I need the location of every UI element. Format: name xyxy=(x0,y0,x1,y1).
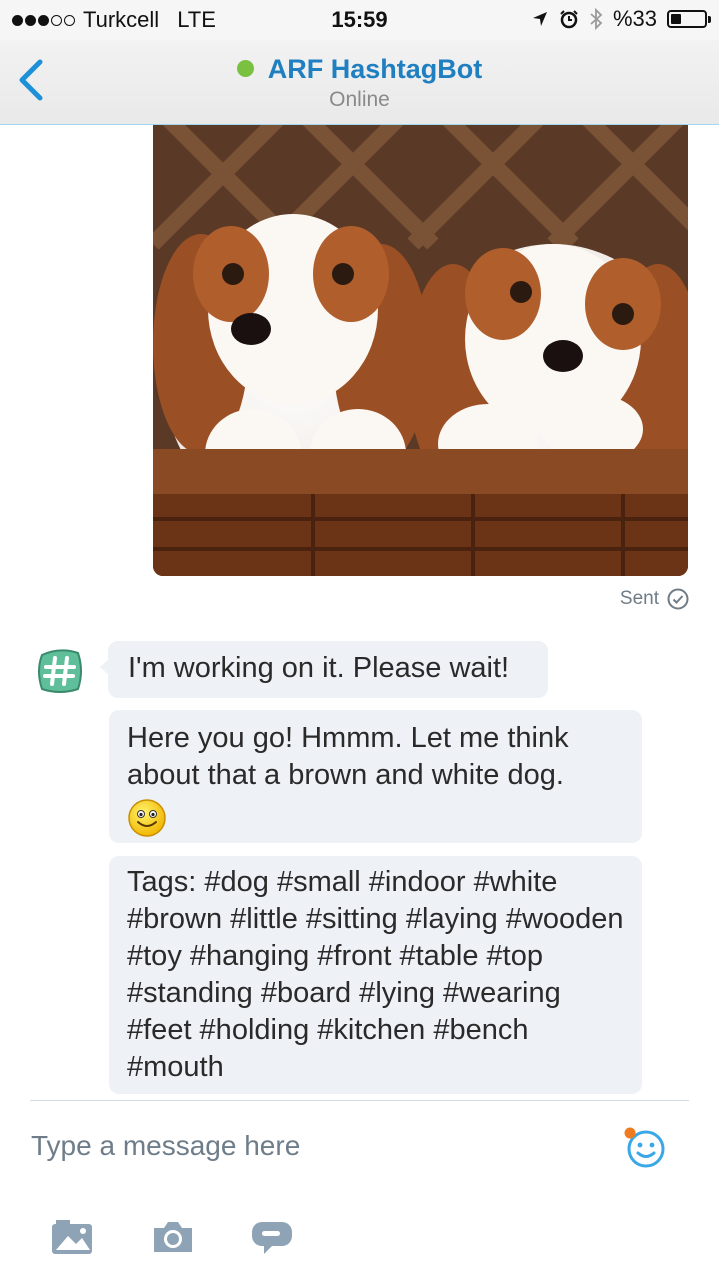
composer-divider xyxy=(30,1100,689,1101)
battery-percent: %33 xyxy=(612,6,657,31)
message-text: I'm working on it. Please wait! xyxy=(128,652,510,684)
emoji-picker-smiley-icon[interactable] xyxy=(622,1125,668,1171)
message-text: Here you go! Hmmm. Let me think about th… xyxy=(127,722,569,791)
bot-avatar-hashtag-icon[interactable] xyxy=(34,645,86,697)
bluetooth-icon xyxy=(590,8,603,30)
image-gallery-icon[interactable] xyxy=(50,1218,96,1256)
camera-icon[interactable] xyxy=(150,1218,196,1256)
status-right: %33 xyxy=(531,6,711,32)
contact-name: ARF HashtagBot xyxy=(267,54,483,84)
presence-dot-icon xyxy=(236,60,254,77)
message-text: Tags: #dog #small #indoor #white #brown … xyxy=(127,866,624,1083)
contact-status: Online xyxy=(329,88,390,111)
battery-icon xyxy=(667,10,711,28)
message-bubble[interactable]: Tags: #dog #small #indoor #white #brown … xyxy=(109,856,642,1094)
alarm-icon xyxy=(560,10,578,29)
message-bubble[interactable]: I'm working on it. Please wait! xyxy=(108,641,548,698)
sent-receipt: Sent xyxy=(620,588,689,610)
chat-bubble-icon[interactable] xyxy=(250,1218,296,1258)
shared-photo[interactable] xyxy=(153,124,688,576)
status-bar: Turkcell LTE 15:59 %33 xyxy=(0,0,719,40)
chat-header: ARF HashtagBot Online xyxy=(0,40,719,125)
message-bubble[interactable]: Here you go! Hmmm. Let me think about th… xyxy=(109,710,642,843)
location-arrow-icon xyxy=(532,12,547,26)
sent-label: Sent xyxy=(619,588,659,609)
smiley-emoji-icon xyxy=(128,799,166,837)
chat-title[interactable]: ARF HashtagBot xyxy=(0,54,719,85)
message-input[interactable]: Type a message here xyxy=(31,1130,300,1162)
checkmark-circle-icon xyxy=(667,588,689,610)
